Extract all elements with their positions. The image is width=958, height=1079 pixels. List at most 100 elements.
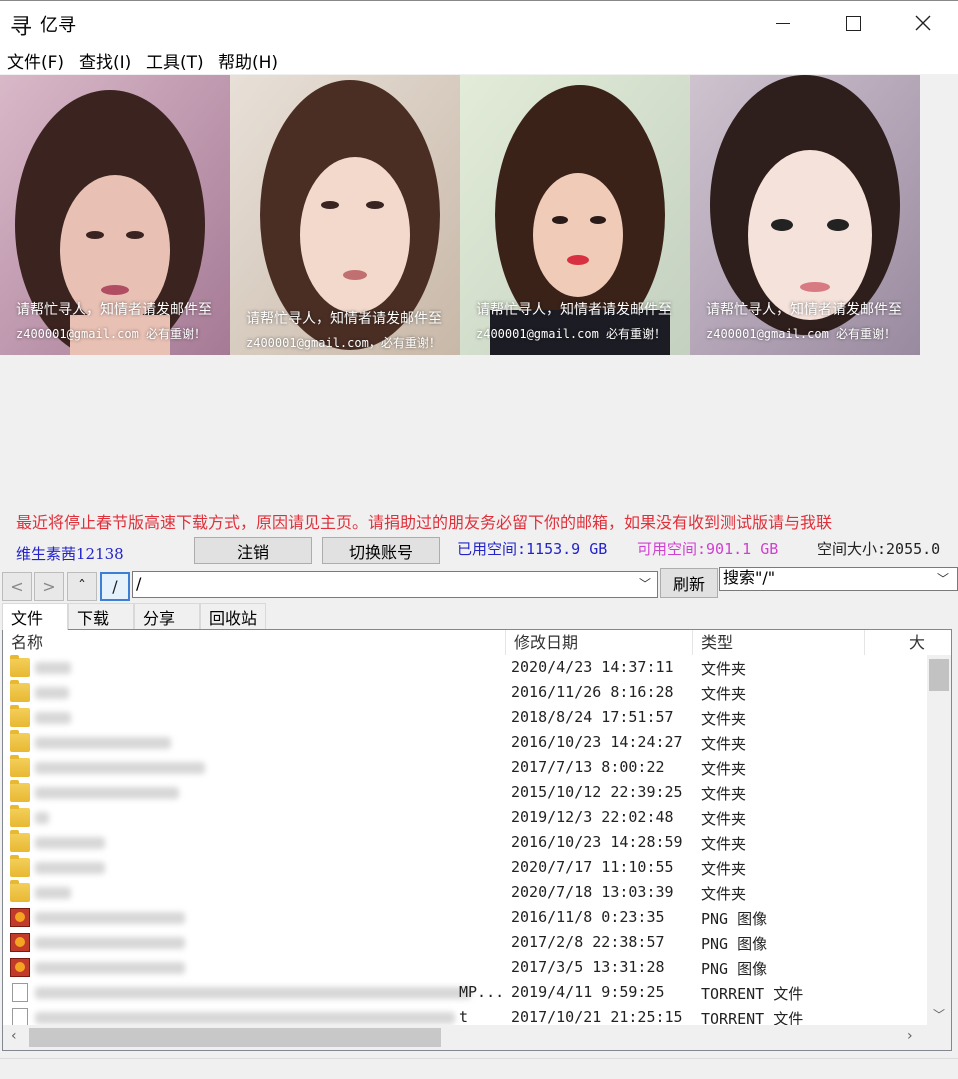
- logout-button[interactable]: 注销: [194, 537, 312, 564]
- png-file-icon: [10, 933, 30, 952]
- table-row[interactable]: 2016/11/8 0:23:35 PNG 图像: [3, 905, 927, 930]
- column-header-size[interactable]: 大: [865, 630, 927, 655]
- column-header-type[interactable]: 类型: [693, 630, 865, 655]
- file-modified: 2020/7/18 13:03:39: [511, 883, 674, 901]
- scroll-thumb[interactable]: [29, 1028, 441, 1047]
- table-row[interactable]: 2018/8/24 17:51:57 文件夹: [3, 705, 927, 730]
- switch-account-button[interactable]: 切换账号: [322, 537, 440, 564]
- file-name-tail: t: [459, 1008, 469, 1026]
- file-type: 文件夹: [701, 885, 747, 903]
- chevron-down-icon[interactable]: ﹀: [937, 569, 949, 589]
- file-modified: 2020/4/23 14:37:11: [511, 658, 674, 676]
- banner-photo: 请帮忙寻人，知情者请发邮件至 z400001@gmail.com 必有重谢！: [460, 75, 690, 355]
- file-icon: [12, 983, 28, 1002]
- folder-icon: [10, 830, 30, 852]
- file-name-redacted: [35, 787, 179, 799]
- refresh-button[interactable]: 刷新: [660, 568, 718, 598]
- file-modified: 2017/10/21 21:25:15: [511, 1008, 683, 1026]
- tab-shares[interactable]: 分享: [134, 603, 200, 629]
- table-row[interactable]: 2020/7/17 11:10:55 文件夹: [3, 855, 927, 880]
- table-row[interactable]: 2019/12/3 22:02:48 文件夹: [3, 805, 927, 830]
- banner-email: z400001@gmail.com，必有重谢！: [246, 336, 441, 350]
- banner-caption: 请帮忙寻人，知情者请发邮件至: [16, 302, 212, 318]
- chevron-down-icon[interactable]: ﹀: [933, 1006, 945, 1023]
- tab-downloads[interactable]: 下载: [68, 603, 134, 629]
- file-name-tail: MP...: [459, 983, 505, 1001]
- file-name-redacted: [35, 937, 185, 949]
- chevron-down-icon[interactable]: ﹀: [639, 572, 651, 596]
- file-modified: 2018/8/24 17:51:57: [511, 708, 674, 726]
- menu-help[interactable]: 帮助(H): [218, 48, 278, 73]
- menu-tools[interactable]: 工具(T): [146, 48, 204, 73]
- png-file-icon: [10, 958, 30, 977]
- table-row[interactable]: 2020/7/18 13:03:39 文件夹: [3, 880, 927, 905]
- folder-icon: [10, 780, 30, 802]
- column-header-modified[interactable]: 修改日期: [506, 630, 693, 655]
- file-name-redacted: [35, 912, 185, 924]
- horizontal-scrollbar[interactable]: ‹ ›: [3, 1025, 951, 1050]
- file-type: 文件夹: [701, 660, 747, 678]
- file-type: PNG 图像: [701, 935, 768, 953]
- table-row[interactable]: 2016/10/23 14:28:59 文件夹: [3, 830, 927, 855]
- scroll-thumb[interactable]: [929, 659, 949, 691]
- file-name-redacted: [35, 862, 105, 874]
- forward-button[interactable]: >: [34, 572, 64, 601]
- folder-icon: [10, 705, 30, 727]
- file-modified: 2016/10/23 14:24:27: [511, 733, 683, 751]
- folder-icon: [10, 730, 30, 752]
- back-button[interactable]: <: [2, 572, 32, 601]
- menu-find[interactable]: 查找(I): [79, 48, 131, 73]
- file-name-redacted: [35, 687, 69, 699]
- file-modified: 2019/4/11 9:59:25: [511, 983, 665, 1001]
- search-input[interactable]: 搜索"/" ﹀: [719, 567, 958, 591]
- file-list: 名称 修改日期 类型 大 2020/4/23 14:37:11 文件夹 2016/1…: [2, 629, 952, 1051]
- maximize-button[interactable]: [818, 1, 888, 45]
- file-modified: 2016/11/26 8:16:28: [511, 683, 674, 701]
- close-button[interactable]: [888, 1, 958, 45]
- root-button[interactable]: /: [100, 572, 130, 601]
- file-name-redacted: [35, 962, 185, 974]
- table-row[interactable]: 2020/4/23 14:37:11 文件夹: [3, 655, 927, 680]
- table-row[interactable]: 2016/10/23 14:24:27 文件夹: [3, 730, 927, 755]
- table-row[interactable]: 2017/2/8 22:38:57 PNG 图像: [3, 930, 927, 955]
- file-name-redacted: [35, 1012, 455, 1024]
- banner-caption: 请帮忙寻人，知情者请发邮件至: [476, 302, 672, 318]
- file-type: 文件夹: [701, 860, 747, 878]
- chevron-right-icon[interactable]: ›: [907, 1028, 913, 1044]
- table-row[interactable]: MP... 2019/4/11 9:59:25 TORRENT 文件: [3, 980, 927, 1005]
- file-type: 文件夹: [701, 735, 747, 753]
- tab-recycle-bin[interactable]: 回收站: [200, 603, 266, 629]
- chevron-left-icon[interactable]: ‹: [11, 1028, 17, 1044]
- table-row[interactable]: 2017/3/5 13:31:28 PNG 图像: [3, 955, 927, 980]
- file-type: 文件夹: [701, 835, 747, 853]
- menu-file[interactable]: 文件(F): [7, 48, 64, 73]
- file-type: 文件夹: [701, 785, 747, 803]
- free-space-label: 可用空间:901.1 GB: [637, 540, 779, 558]
- table-row[interactable]: 2016/11/26 8:16:28 文件夹: [3, 680, 927, 705]
- banner-email: z400001@gmail.com 必有重谢！: [706, 327, 897, 341]
- file-type: TORRENT 文件: [701, 985, 804, 1003]
- folder-icon: [10, 655, 30, 677]
- banner-email: z400001@gmail.com 必有重谢！: [476, 327, 667, 341]
- tab-strip: 文件 下载 分享 回收站: [0, 603, 958, 630]
- minimize-button[interactable]: [748, 1, 818, 45]
- file-modified: 2016/11/8 0:23:35: [511, 908, 665, 926]
- vertical-scrollbar[interactable]: ▲ ﹀: [927, 655, 951, 1025]
- column-header-name[interactable]: 名称: [3, 630, 506, 655]
- path-input[interactable]: / ﹀: [132, 571, 658, 598]
- file-type: PNG 图像: [701, 910, 768, 928]
- file-name-redacted: [35, 762, 205, 774]
- png-file-icon: [10, 908, 30, 927]
- tab-files[interactable]: 文件: [2, 603, 68, 630]
- banner-photo: 请帮忙寻人，知情者请发邮件至 z400001@gmail.com 必有重谢！: [0, 75, 230, 355]
- up-button[interactable]: ˆ: [67, 572, 97, 601]
- folder-icon: [10, 855, 30, 877]
- search-value: 搜索"/": [723, 568, 776, 587]
- folder-icon: [10, 880, 30, 902]
- banner-caption: 请帮忙寻人，知情者请发邮件至: [706, 302, 902, 318]
- table-row[interactable]: 2015/10/12 22:39:25 文件夹: [3, 780, 927, 805]
- window-title: 亿寻: [40, 15, 76, 36]
- close-icon: [915, 15, 931, 31]
- table-row[interactable]: 2017/7/13 8:00:22 文件夹: [3, 755, 927, 780]
- banner-caption: 请帮忙寻人，知情者请发邮件至: [246, 311, 442, 327]
